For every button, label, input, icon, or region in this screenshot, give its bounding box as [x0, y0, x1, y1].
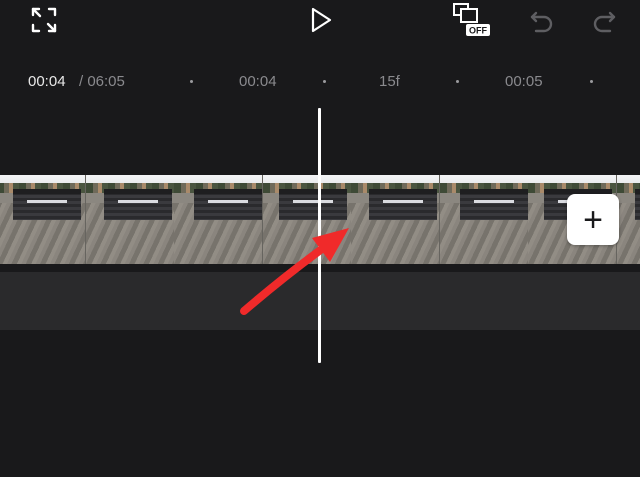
ruler-dot	[590, 80, 593, 83]
video-frame-thumbnail	[439, 175, 528, 264]
ruler-tick-label: 15f	[379, 73, 400, 90]
fullscreen-icon	[31, 7, 57, 33]
video-frame-thumbnail	[85, 175, 174, 264]
video-frame-thumbnail	[616, 175, 640, 264]
play-button[interactable]	[304, 4, 336, 36]
keyframe-off-icon: OFF	[453, 3, 490, 36]
undo-button[interactable]	[526, 4, 558, 36]
playhead[interactable]	[318, 108, 321, 363]
play-icon	[311, 7, 332, 33]
ruler-tick-label: 00:04	[239, 73, 277, 90]
undo-icon	[530, 11, 553, 33]
current-time: 00:04	[28, 73, 66, 90]
ruler-tick-label: 00:05	[505, 73, 543, 90]
time-ruler[interactable]: 00:04 / 06:05 00:04 15f 00:05	[0, 60, 640, 104]
plus-icon: +	[583, 200, 603, 239]
top-toolbar: OFF	[0, 0, 640, 44]
redo-icon	[593, 11, 616, 33]
ruler-dot	[190, 80, 193, 83]
total-duration: / 06:05	[79, 73, 125, 90]
keyframe-off-label: OFF	[469, 26, 487, 36]
video-frame-thumbnail	[262, 175, 351, 264]
video-frame-thumbnail	[174, 175, 262, 264]
keyframe-toggle-button[interactable]: OFF	[452, 3, 492, 36]
fullscreen-button[interactable]	[28, 4, 60, 36]
video-frame-thumbnail	[351, 175, 439, 264]
video-frame-thumbnail	[0, 175, 85, 264]
ruler-dot	[456, 80, 459, 83]
add-clip-button[interactable]: +	[567, 194, 619, 245]
redo-button[interactable]	[588, 4, 620, 36]
ruler-dot	[323, 80, 326, 83]
